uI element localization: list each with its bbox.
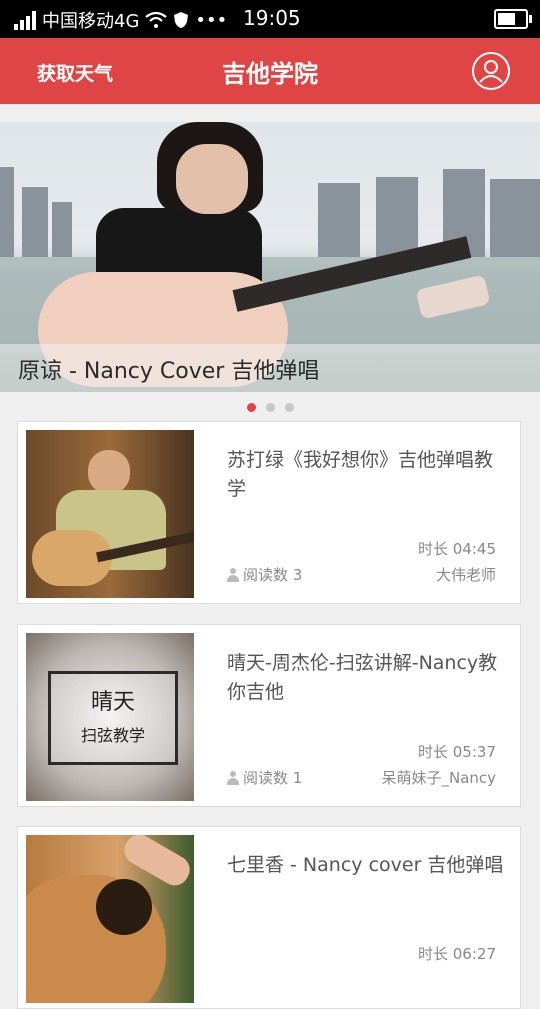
banner-caption: 原谅 - Nancy Cover 吉他弹唱: [18, 359, 320, 384]
carousel-indicator: [0, 403, 540, 412]
article-duration: 时长 05:37: [418, 743, 496, 761]
carousel-dot[interactable]: [284, 403, 294, 412]
user-profile-button[interactable]: [472, 52, 510, 90]
signal-icon: [14, 10, 36, 30]
article-author: 呆萌妹子_Nancy: [381, 769, 496, 787]
featured-banner[interactable]: 原谅 - Nancy Cover 吉他弹唱: [0, 122, 540, 392]
article-title: 苏打绿《我好想你》吉他弹唱教学: [227, 449, 494, 500]
thumb-sign: 晴天 扫弦教学: [48, 671, 178, 765]
carousel-dot[interactable]: [246, 403, 256, 412]
article-title: 晴天-周杰伦-扫弦讲解-Nancy教你吉他: [227, 652, 498, 703]
article-duration: 时长 04:45: [418, 540, 496, 558]
article-thumbnail: [26, 430, 194, 598]
wifi-icon: [145, 11, 168, 28]
article-read-count: 阅读数 3: [227, 564, 302, 585]
article-author: 大伟老师: [435, 566, 496, 584]
performer-face: [176, 144, 248, 214]
banner-caption-bar: 原谅 - Nancy Cover 吉他弹唱: [0, 344, 540, 392]
shield-icon: [174, 12, 189, 28]
app-header: 获取天气 吉他学院: [0, 38, 540, 104]
skyline-building: [0, 167, 14, 257]
article-card[interactable]: 苏打绿《我好想你》吉他弹唱教学 时长 04:45 阅读数 3 大伟老师: [17, 421, 521, 604]
user-circle-icon: [479, 60, 503, 83]
article-thumbnail: [26, 835, 194, 1003]
article-card[interactable]: 晴天 扫弦教学 晴天-周杰伦-扫弦讲解-Nancy教你吉他 时长 05:37 阅…: [17, 624, 521, 807]
article-read-count: 阅读数 1: [227, 767, 302, 788]
thumb-person-head: [88, 450, 130, 494]
clock: 19:05: [243, 6, 301, 30]
skyline-building: [22, 187, 48, 257]
skyline-building: [376, 177, 418, 257]
skyline-building: [490, 179, 540, 257]
thumb-sign-title: 晴天: [90, 690, 135, 715]
page-title: 吉他学院: [222, 60, 318, 88]
status-bar: 中国移动4G ••• 19:05: [0, 0, 540, 38]
battery-icon: [494, 9, 532, 29]
skyline-building: [52, 202, 72, 257]
read-count-label: 阅读数 1: [243, 769, 303, 787]
read-count-label: 阅读数 3: [243, 566, 303, 584]
status-left: 中国移动4G •••: [14, 7, 227, 33]
reader-icon: [227, 770, 239, 785]
more-dots-icon: •••: [195, 9, 228, 31]
article-duration: 时长 06:27: [418, 945, 496, 963]
article-title: 七里香 - Nancy cover 吉他弹唱: [227, 854, 504, 876]
thumb-sign-subtitle: 扫弦教学: [80, 726, 145, 745]
reader-icon: [227, 567, 239, 582]
article-thumbnail: 晴天 扫弦教学: [26, 633, 194, 801]
carousel-dot[interactable]: [265, 403, 275, 412]
skyline-building: [318, 183, 360, 257]
thumb-soundhole: [96, 879, 152, 935]
carrier-label: 中国移动4G: [42, 11, 140, 32]
article-card[interactable]: 七里香 - Nancy cover 吉他弹唱 时长 06:27: [17, 826, 521, 1009]
battery-level: [498, 13, 515, 25]
